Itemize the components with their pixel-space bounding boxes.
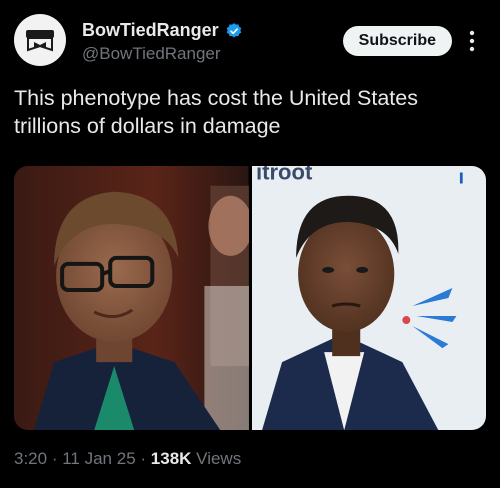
tweet-text-line-2: trillions of dollars in damage — [14, 114, 281, 138]
meta-separator: · — [51, 449, 58, 468]
subscribe-button[interactable]: Subscribe — [342, 26, 452, 56]
author-display-name[interactable]: BowTiedRanger — [82, 20, 219, 41]
svg-text:ı: ı — [458, 167, 464, 189]
views-count[interactable]: 138K — [151, 449, 192, 468]
more-options-button[interactable] — [460, 26, 484, 56]
tweet-time[interactable]: 3:20 — [14, 449, 47, 468]
author-handle[interactable]: @BowTiedRanger — [82, 44, 221, 64]
tweet-text-line-1: This phenotype has cost the United State… — [14, 86, 418, 110]
more-vertical-icon — [469, 30, 475, 52]
tweet-header: BowTiedRanger @BowTiedRanger Subscribe — [14, 14, 486, 74]
sign-text: ıtroot — [256, 166, 313, 185]
verified-badge-icon — [226, 22, 241, 38]
bowtie-ranger-logo-icon — [26, 30, 54, 52]
media-photo-right[interactable]: ıtroot ı — [251, 166, 486, 430]
tweet-text: This phenotype has cost the United State… — [14, 84, 486, 140]
author-name-row: BowTiedRanger — [82, 20, 243, 41]
meta-separator: · — [140, 449, 147, 468]
tweet-media[interactable]: ıtroot ı — [14, 166, 486, 430]
avatar[interactable] — [14, 14, 66, 66]
views-label: Views — [196, 449, 242, 468]
tweet-date[interactable]: 11 Jan 25 — [62, 449, 135, 468]
media-photo-left[interactable] — [14, 166, 249, 430]
portrait-right-image: ıtroot ı — [251, 166, 486, 430]
portrait-left-image — [14, 166, 249, 430]
tweet-meta: 3:20 · 11 Jan 25 · 138K Views — [14, 449, 241, 469]
